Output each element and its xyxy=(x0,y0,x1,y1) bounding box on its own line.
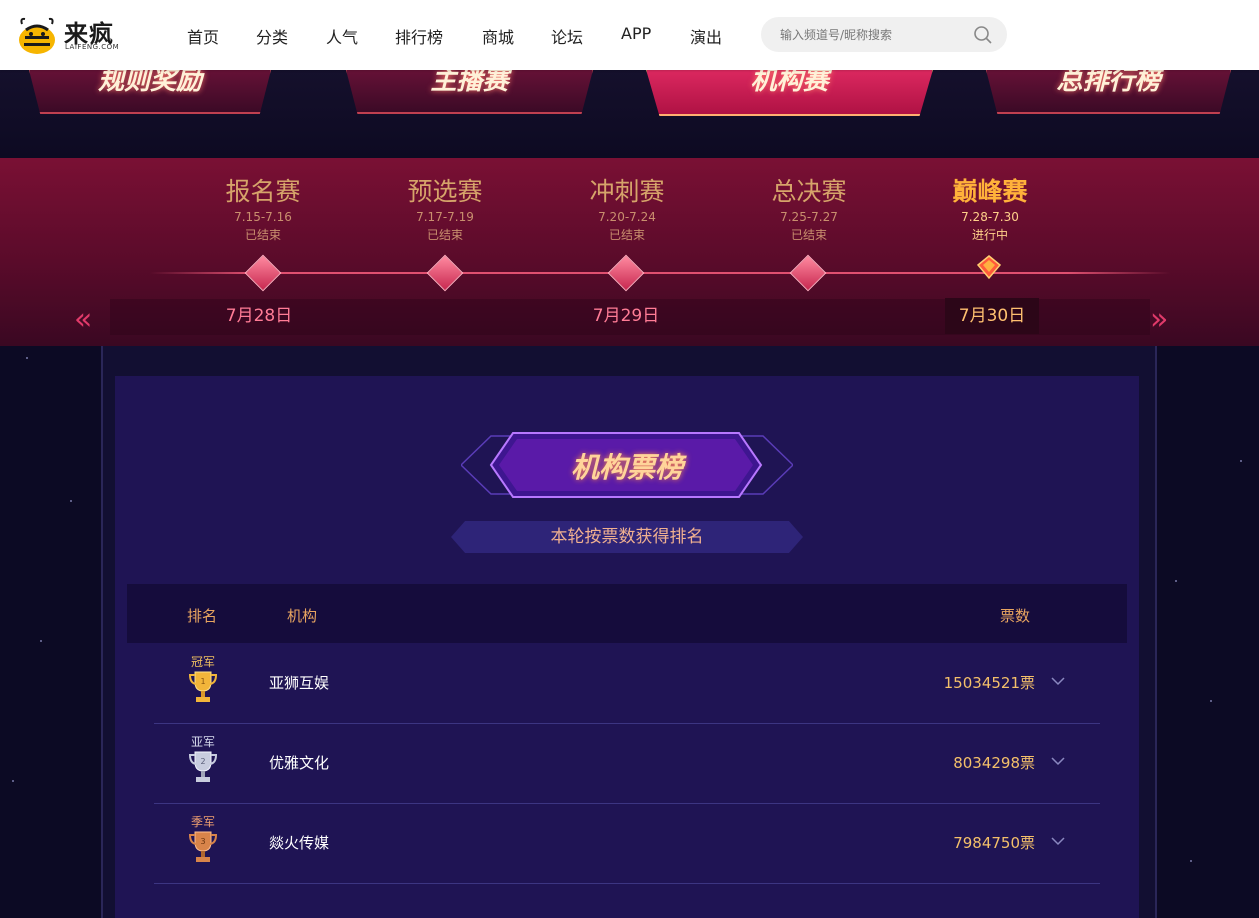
table-row[interactable]: 冠军 1 亚狮互娱 15034521票 xyxy=(154,643,1100,724)
nav-categories[interactable]: 分类 xyxy=(256,24,288,48)
vote-count: 7984750票 xyxy=(953,834,1035,852)
stage-dates: 7.17-7.19 xyxy=(416,210,474,224)
svg-text:3: 3 xyxy=(200,837,205,846)
svg-text:1: 1 xyxy=(200,677,205,686)
gem-current-icon xyxy=(976,255,1002,280)
stage-peak: 巅峰赛 7.28-7.30 进行中 xyxy=(910,176,1070,244)
nav-mall[interactable]: 商城 xyxy=(482,24,514,48)
next-arrow-icon[interactable]: » xyxy=(1150,305,1168,335)
stage-timeline: 报名赛 7.15-7.16 已结束 预选赛 7.17-7.19 已结束 冲刺赛 … xyxy=(0,158,1259,346)
tab-overall-ranking[interactable]: 总排行榜 xyxy=(985,66,1232,114)
star-dot xyxy=(1190,860,1192,862)
stage-signup: 报名赛 7.15-7.16 已结束 xyxy=(183,176,343,244)
nav-popular[interactable]: 人气 xyxy=(326,24,358,48)
prev-arrow-icon[interactable]: « xyxy=(74,305,92,335)
banner-tabs: 规则奖励 主播赛 机构赛 总排行榜 xyxy=(0,66,1259,158)
star-dot xyxy=(26,357,28,359)
star-dot xyxy=(40,640,42,642)
col-org: 机构 xyxy=(287,607,318,625)
chevron-down-icon[interactable] xyxy=(1050,675,1066,687)
stage-name: 巅峰赛 xyxy=(952,177,1028,206)
gold-trophy-icon: 1 xyxy=(188,671,218,702)
star-dot xyxy=(70,500,72,502)
tab-agency-contest[interactable]: 机构赛 xyxy=(645,66,934,116)
stage-dates: 7.28-7.30 xyxy=(961,210,1019,224)
org-name: 燚火传媒 xyxy=(269,834,330,852)
medal-label: 季军 xyxy=(190,815,215,829)
board-subtitle: 本轮按票数获得排名 xyxy=(550,527,704,547)
table-header: 排名 机构 票数 xyxy=(127,584,1127,643)
stage-dates: 7.25-7.27 xyxy=(780,210,838,224)
stage-preliminary: 预选赛 7.17-7.19 已结束 xyxy=(365,176,525,244)
tab-anchor-contest[interactable]: 主播赛 xyxy=(345,66,594,114)
stage-name: 报名赛 xyxy=(225,177,301,206)
stage-status: 已结束 xyxy=(608,228,645,242)
vote-count: 15034521票 xyxy=(943,674,1035,692)
stage-name: 预选赛 xyxy=(407,177,483,206)
medal-label: 亚军 xyxy=(190,735,215,749)
top-header: 来疯 LAIFENG.COM 首页 分类 人气 排行榜 商城 论坛 APP 演出 xyxy=(0,0,1259,70)
vote-count: 8034298票 xyxy=(953,754,1035,772)
day-tab-0729[interactable]: 7月29日 xyxy=(579,298,673,334)
stage-name: 总决赛 xyxy=(771,177,847,206)
nav-home[interactable]: 首页 xyxy=(187,24,219,48)
star-dot xyxy=(1240,460,1242,462)
diamond-node-icon xyxy=(607,254,645,292)
chevron-down-icon[interactable] xyxy=(1050,835,1066,847)
stage-dates: 7.20-7.24 xyxy=(598,210,656,224)
star-dot xyxy=(12,780,14,782)
star-dot xyxy=(1210,700,1212,702)
diamond-node-icon xyxy=(244,254,282,292)
day-tab-0728[interactable]: 7月28日 xyxy=(212,298,306,334)
nav-rankings[interactable]: 排行榜 xyxy=(395,24,443,48)
stage-sprint: 冲刺赛 7.20-7.24 已结束 xyxy=(547,176,707,244)
nav-app[interactable]: APP xyxy=(621,24,651,43)
org-name: 优雅文化 xyxy=(269,754,330,772)
search-icon[interactable] xyxy=(972,24,994,46)
stage-status: 已结束 xyxy=(244,228,281,242)
search-input[interactable] xyxy=(778,25,962,45)
stage-status: 已结束 xyxy=(790,228,827,242)
bronze-trophy-icon: 3 xyxy=(188,831,218,862)
star-dot xyxy=(1175,580,1177,582)
stage-dates: 7.15-7.16 xyxy=(234,210,292,224)
nav-shows[interactable]: 演出 xyxy=(690,24,722,48)
diamond-node-icon xyxy=(789,254,827,292)
org-name: 亚狮互娱 xyxy=(269,674,330,692)
svg-text:2: 2 xyxy=(200,757,205,766)
stage-name: 冲刺赛 xyxy=(589,177,665,206)
nav-forum[interactable]: 论坛 xyxy=(551,24,583,48)
col-votes: 票数 xyxy=(1000,607,1031,625)
stage-finals: 总决赛 7.25-7.27 已结束 xyxy=(729,176,889,244)
timeline-line xyxy=(150,272,1170,274)
col-rank: 排名 xyxy=(187,607,218,625)
board-title: 机构票榜 xyxy=(570,451,683,484)
stage-status: 进行中 xyxy=(971,228,1008,242)
diamond-node-icon xyxy=(426,254,464,292)
medal-label: 冠军 xyxy=(190,655,215,669)
table-row[interactable]: 季军 3 燚火传媒 7984750票 xyxy=(154,803,1100,884)
tab-rules-rewards[interactable]: 规则奖励 xyxy=(28,66,272,114)
search-box xyxy=(761,17,1007,52)
logo-subtext: LAIFENG.COM xyxy=(65,43,120,51)
table-row[interactable]: 亚军 2 优雅文化 8034298票 xyxy=(154,723,1100,804)
chevron-down-icon[interactable] xyxy=(1050,755,1066,767)
stage-status: 已结束 xyxy=(426,228,463,242)
silver-trophy-icon: 2 xyxy=(188,751,218,782)
bee-logo-icon xyxy=(19,17,55,54)
laifeng-logo[interactable]: 来疯 LAIFENG.COM xyxy=(16,12,126,58)
board-title-badge: 机构票榜 xyxy=(461,430,793,500)
day-tab-0730[interactable]: 7月30日 xyxy=(945,298,1039,334)
